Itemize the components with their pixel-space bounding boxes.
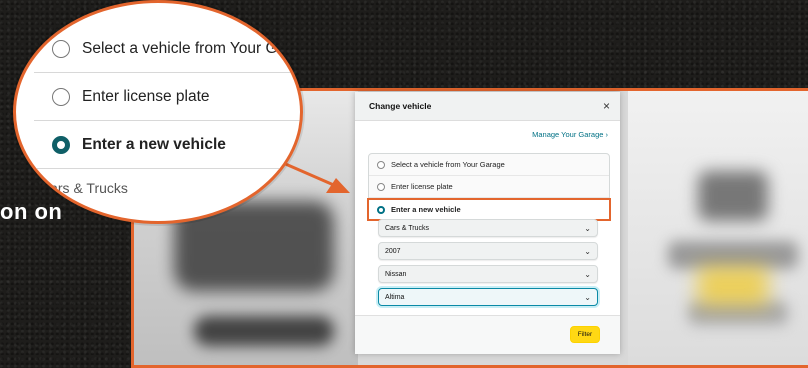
category-label: Cars & Trucks	[40, 180, 128, 196]
option-label: Select a vehicle from Your G	[82, 39, 278, 57]
magnified-option-license-plate: Enter license plate	[34, 73, 300, 121]
magnified-option-garage: Select a vehicle from Your G	[34, 25, 300, 73]
magnified-option-list: Select a vehicle from Your G Enter licen…	[34, 25, 300, 207]
option-label: Enter license plate	[82, 87, 210, 105]
radio-selected-icon	[52, 135, 70, 154]
magnified-view: Select a vehicle from Your G Enter licen…	[13, 0, 303, 224]
option-label: Enter a new vehicle	[82, 135, 226, 153]
magnified-category: Cars & Trucks	[16, 169, 300, 207]
radio-icon	[52, 87, 70, 106]
radio-icon	[52, 39, 70, 58]
magnified-option-new-vehicle: Enter a new vehicle	[34, 121, 300, 169]
